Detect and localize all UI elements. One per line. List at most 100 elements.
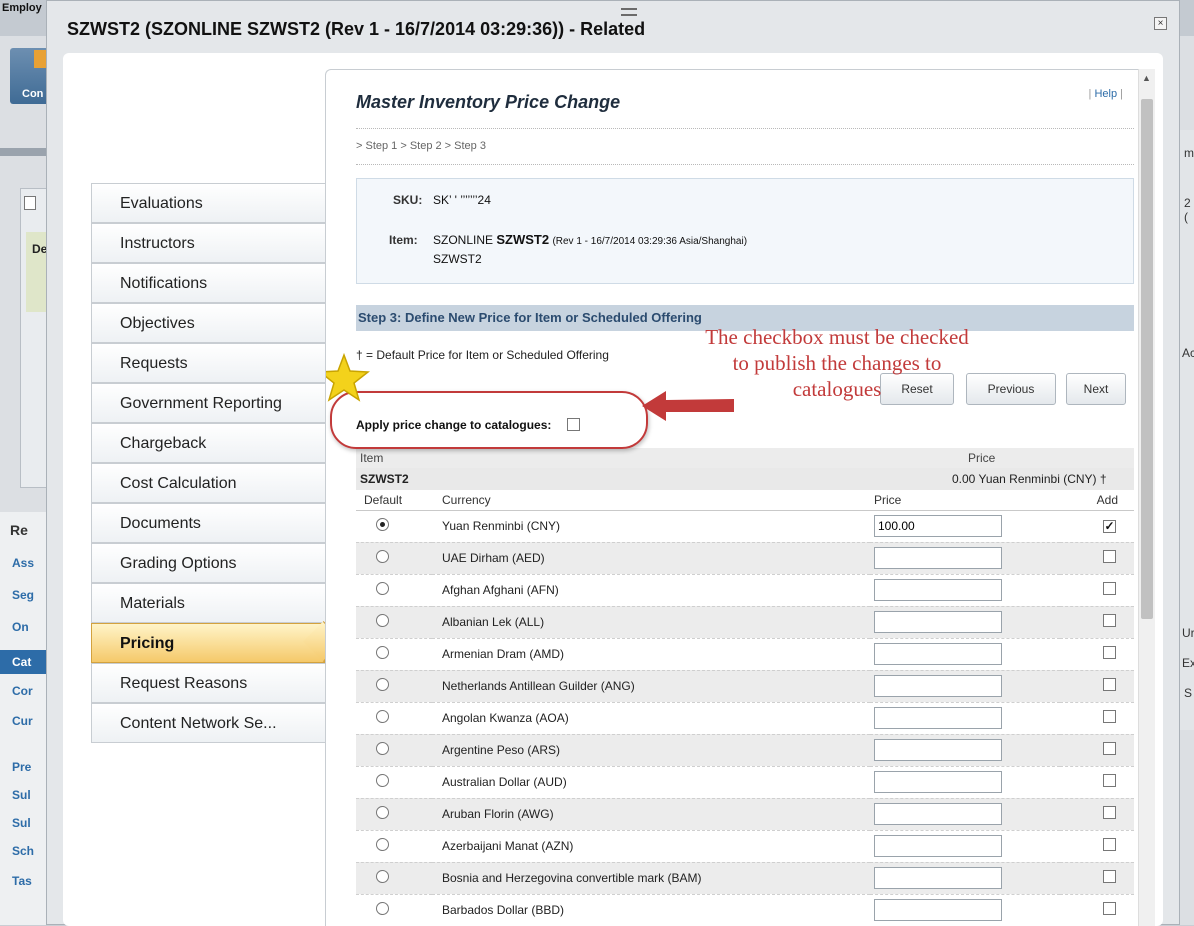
header-item: Item xyxy=(356,448,870,468)
scrollbar[interactable]: ▲ xyxy=(1138,69,1155,926)
tab-chargeback[interactable]: Chargeback xyxy=(91,423,325,463)
add-checkbox[interactable] xyxy=(1103,902,1116,915)
table-row: Yuan Renminbi (CNY) ✓ xyxy=(356,510,1134,543)
default-radio[interactable] xyxy=(376,518,389,531)
price-cell xyxy=(870,734,1060,767)
price-input[interactable] xyxy=(874,771,1002,793)
default-radio[interactable] xyxy=(376,774,389,787)
add-checkbox[interactable] xyxy=(1103,550,1116,563)
add-checkbox[interactable] xyxy=(1103,582,1116,595)
price-input[interactable] xyxy=(874,675,1002,697)
tab-objectives[interactable]: Objectives xyxy=(91,303,325,343)
chevron-up-icon[interactable]: ▲ xyxy=(1142,73,1151,83)
add-cell xyxy=(1060,862,1134,895)
default-radio[interactable] xyxy=(376,582,389,595)
default-radio[interactable] xyxy=(376,838,389,851)
background-nav-item: Sch xyxy=(12,844,35,858)
background-nav-item: Ass xyxy=(12,556,35,570)
drag-handle-icon[interactable] xyxy=(621,8,637,16)
price-input[interactable] xyxy=(874,579,1002,601)
table-header-row: Item Price xyxy=(356,448,1134,468)
table-row: Azerbaijani Manat (AZN) xyxy=(356,830,1134,863)
item-label: Item: xyxy=(389,233,418,247)
price-input[interactable] xyxy=(874,803,1002,825)
price-input[interactable] xyxy=(874,611,1002,633)
price-input[interactable] xyxy=(874,707,1002,729)
add-cell xyxy=(1060,894,1134,926)
background-right-text: m xyxy=(1184,146,1194,160)
column-price: Price xyxy=(870,490,1060,511)
default-radio[interactable] xyxy=(376,614,389,627)
tab-government-reporting[interactable]: Government Reporting xyxy=(91,383,325,423)
add-checkbox[interactable] xyxy=(1103,774,1116,787)
tab-content-network[interactable]: Content Network Se... xyxy=(91,703,325,743)
currency-name: Angolan Kwanza (AOA) xyxy=(432,702,870,735)
tab-grading-options[interactable]: Grading Options xyxy=(91,543,325,583)
tab-notifications[interactable]: Notifications xyxy=(91,263,325,303)
next-button[interactable]: Next xyxy=(1066,373,1126,405)
tab-requests[interactable]: Requests xyxy=(91,343,325,383)
default-radio[interactable] xyxy=(376,678,389,691)
currency-name: Albanian Lek (ALL) xyxy=(432,606,870,639)
tab-materials[interactable]: Materials xyxy=(91,583,325,623)
add-checkbox[interactable] xyxy=(1103,614,1116,627)
close-icon[interactable]: × xyxy=(1154,17,1167,30)
add-checkbox[interactable] xyxy=(1103,870,1116,883)
price-input[interactable] xyxy=(874,547,1002,569)
divider xyxy=(356,128,1134,129)
callout-highlight xyxy=(330,391,648,449)
item-row-name: SZWST2 xyxy=(356,468,870,490)
header-price: Price xyxy=(870,448,1134,468)
default-cell xyxy=(356,798,432,831)
default-radio[interactable] xyxy=(376,806,389,819)
tab-instructors[interactable]: Instructors xyxy=(91,223,325,263)
default-cell xyxy=(356,574,432,607)
tab-documents[interactable]: Documents xyxy=(91,503,325,543)
add-checkbox[interactable] xyxy=(1103,806,1116,819)
default-cell xyxy=(356,702,432,735)
background-nav-item: Tas xyxy=(12,874,32,888)
default-radio[interactable] xyxy=(376,902,389,915)
item-revision: (Rev 1 - 16/7/2014 03:29:36 Asia/Shangha… xyxy=(552,236,748,247)
default-radio[interactable] xyxy=(376,870,389,883)
add-checkbox[interactable] xyxy=(1103,646,1116,659)
default-radio[interactable] xyxy=(376,550,389,563)
table-row: Argentine Peso (ARS) xyxy=(356,734,1134,767)
add-checkbox[interactable] xyxy=(1103,710,1116,723)
related-tabs: Evaluations Instructors Notifications Ob… xyxy=(91,183,325,743)
price-cell xyxy=(870,862,1060,895)
currency-name: UAE Dirham (AED) xyxy=(432,542,870,575)
default-radio[interactable] xyxy=(376,742,389,755)
tab-request-reasons[interactable]: Request Reasons xyxy=(91,663,325,703)
tab-evaluations[interactable]: Evaluations xyxy=(91,183,325,223)
price-input[interactable] xyxy=(874,867,1002,889)
background-right-text: S xyxy=(1184,686,1193,700)
price-input[interactable] xyxy=(874,835,1002,857)
default-cell xyxy=(356,766,432,799)
add-cell xyxy=(1060,670,1134,703)
tab-cost-calculation[interactable]: Cost Calculation xyxy=(91,463,325,503)
background-nav-item: On xyxy=(12,620,29,634)
price-input[interactable] xyxy=(874,739,1002,761)
scroll-thumb[interactable] xyxy=(1141,99,1153,619)
add-checkbox[interactable] xyxy=(1103,678,1116,691)
default-cell xyxy=(356,542,432,575)
callout-text: The checkbox must be checked to publish … xyxy=(705,325,969,401)
add-checkbox[interactable] xyxy=(1103,838,1116,851)
pricing-panel: Help Master Inventory Price Change > Ste… xyxy=(325,69,1153,926)
default-radio[interactable] xyxy=(376,710,389,723)
tab-pricing[interactable]: Pricing xyxy=(91,623,325,663)
add-checkbox[interactable]: ✓ xyxy=(1103,520,1116,533)
price-input[interactable] xyxy=(874,643,1002,665)
default-cell xyxy=(356,510,432,543)
price-input[interactable] xyxy=(874,899,1002,921)
price-cell xyxy=(870,702,1060,735)
help-link[interactable]: Help xyxy=(1089,88,1123,100)
price-cell xyxy=(870,670,1060,703)
add-checkbox[interactable] xyxy=(1103,742,1116,755)
table-columns-row: Default Currency Price Add xyxy=(356,490,1134,511)
previous-button[interactable]: Previous xyxy=(966,373,1056,405)
price-input[interactable] xyxy=(874,515,1002,537)
add-cell xyxy=(1060,574,1134,607)
default-radio[interactable] xyxy=(376,646,389,659)
